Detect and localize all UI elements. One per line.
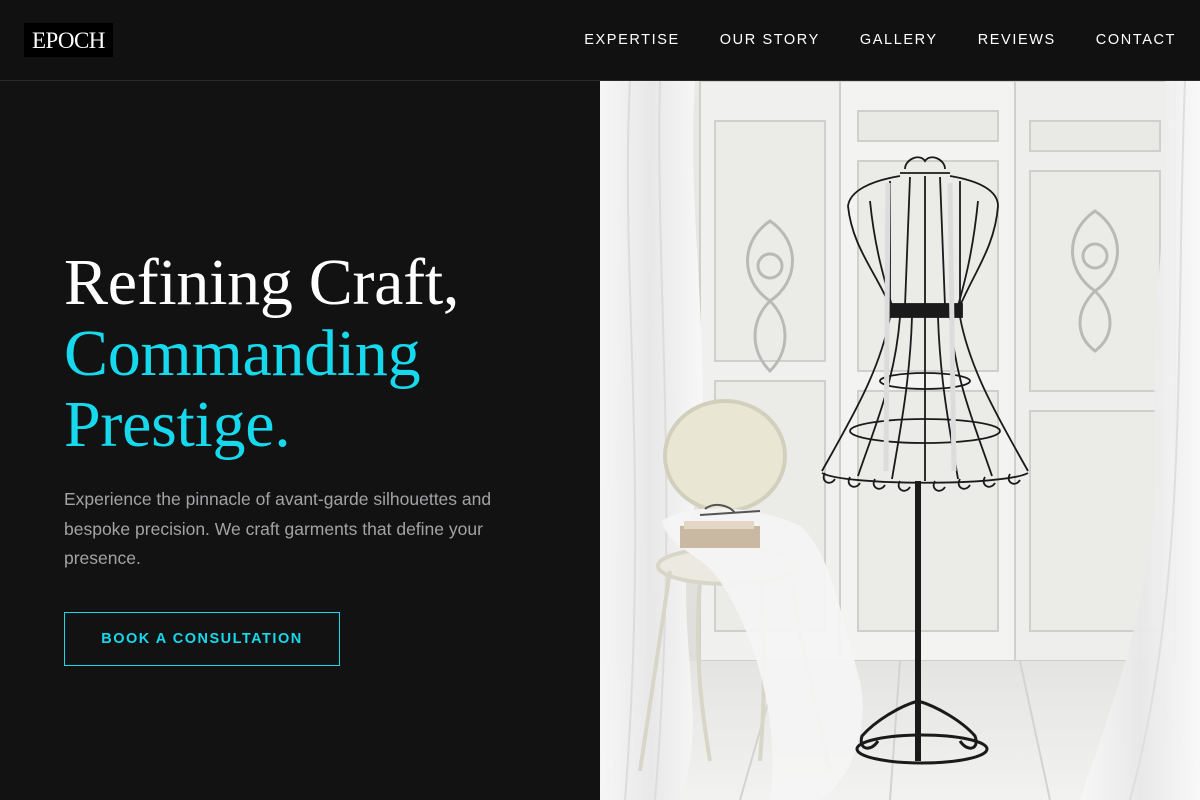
brand-logo[interactable]: EPOCH bbox=[24, 23, 113, 57]
site-header: EPOCH EXPERTISE OUR STORY GALLERY REVIEW… bbox=[0, 0, 1200, 81]
dress-form-illustration bbox=[600, 81, 1200, 800]
hero-image bbox=[600, 81, 1200, 800]
headline-line-3: Prestige. bbox=[64, 388, 291, 461]
hero-headline: Refining Craft, Commanding Prestige. bbox=[64, 247, 459, 460]
nav-link-contact[interactable]: CONTACT bbox=[1096, 32, 1176, 48]
book-consultation-button[interactable]: BOOK A CONSULTATION bbox=[64, 612, 340, 666]
hero-description: Experience the pinnacle of avant-garde s… bbox=[64, 489, 492, 568]
headline-line-1: Refining Craft, bbox=[64, 246, 460, 319]
nav-link-reviews[interactable]: REVIEWS bbox=[978, 32, 1056, 48]
hero-text-panel: Refining Craft, Commanding Prestige. Exp… bbox=[0, 81, 600, 800]
headline-line-2: Commanding bbox=[64, 317, 421, 390]
nav-link-our-story[interactable]: OUR STORY bbox=[720, 32, 820, 48]
nav-link-expertise[interactable]: EXPERTISE bbox=[584, 32, 680, 48]
nav-link-gallery[interactable]: GALLERY bbox=[860, 32, 938, 48]
main-nav: EXPERTISE OUR STORY GALLERY REVIEWS CONT… bbox=[584, 32, 1176, 48]
book-stack bbox=[680, 526, 760, 548]
